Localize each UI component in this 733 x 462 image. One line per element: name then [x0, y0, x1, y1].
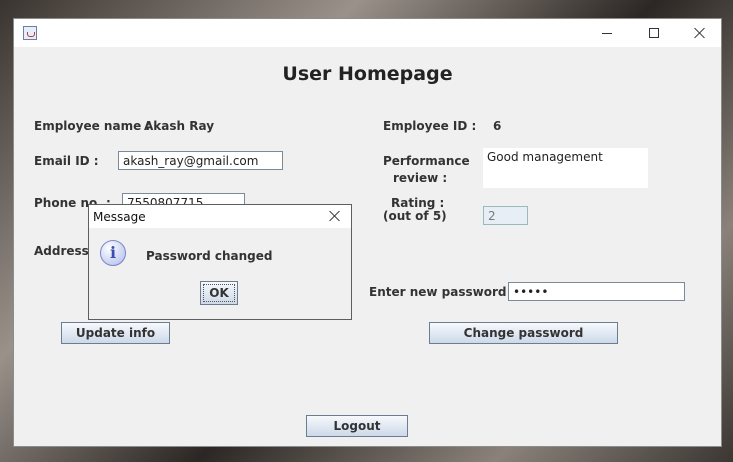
email-field[interactable]: akash_ray@gmail.com — [118, 151, 283, 170]
rating-label-line1: Rating : — [391, 196, 445, 210]
employee-name-label: Employee name : — [34, 119, 151, 133]
java-cup-icon — [23, 26, 37, 40]
dialog-message: Password changed — [146, 249, 273, 263]
email-label: Email ID : — [34, 154, 99, 168]
employee-id-value: 6 — [493, 119, 502, 133]
rating-field: 2 — [483, 206, 528, 225]
close-window-button[interactable] — [677, 19, 723, 47]
new-password-field[interactable]: ••••• — [508, 282, 685, 301]
minimize-icon — [602, 32, 612, 34]
update-info-button[interactable]: Update info — [61, 322, 170, 344]
employee-id-label: Employee ID : — [383, 119, 477, 133]
ok-button[interactable]: OK — [200, 281, 238, 305]
performance-review-label-line1: Performance — [383, 154, 470, 168]
maximize-button[interactable] — [631, 19, 677, 47]
performance-review-field: Good management — [483, 148, 648, 188]
rating-label-line2: (out of 5) — [383, 209, 447, 223]
page-title: User Homepage — [282, 63, 453, 85]
dialog-title: Message — [93, 210, 146, 224]
message-dialog: Message i Password changed OK — [88, 204, 352, 320]
maximize-icon — [649, 28, 659, 38]
employee-name-value: Akash Ray — [144, 119, 215, 133]
minimize-button[interactable] — [584, 19, 630, 47]
logout-button[interactable]: Logout — [306, 415, 408, 437]
info-icon: i — [100, 240, 126, 266]
dialog-close-icon[interactable] — [329, 210, 341, 222]
title-bar — [14, 19, 721, 47]
dialog-title-bar: Message — [89, 205, 351, 228]
new-password-label: Enter new password : — [369, 285, 516, 299]
close-icon — [694, 27, 706, 39]
performance-review-label-line2: review : — [393, 171, 448, 185]
change-password-button[interactable]: Change password — [429, 322, 618, 344]
